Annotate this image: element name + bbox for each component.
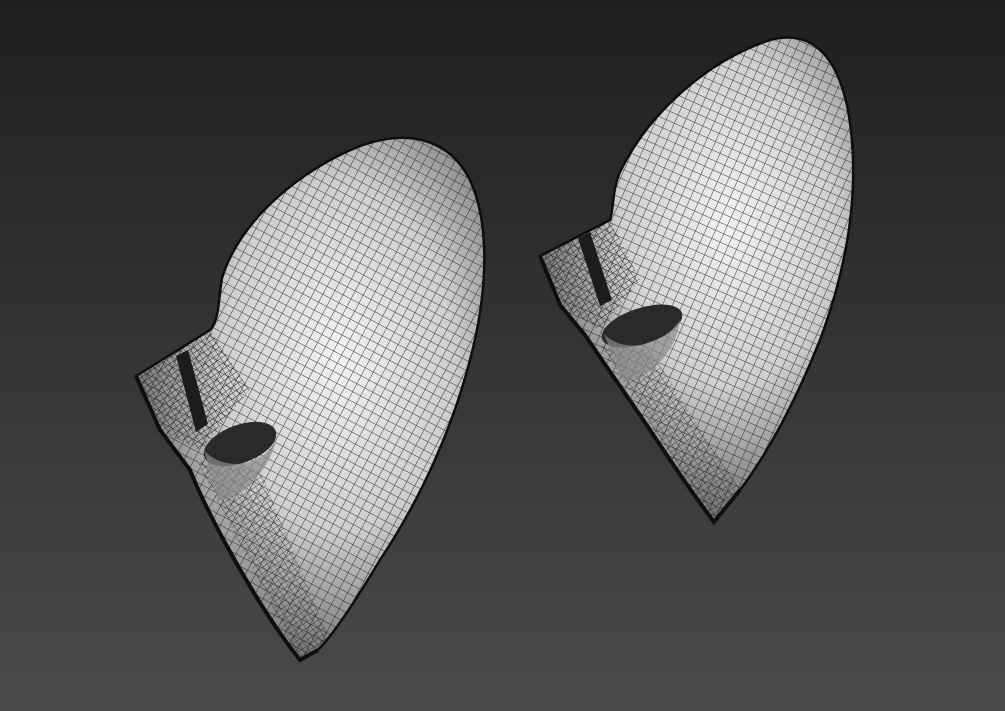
viewport-background xyxy=(0,0,1005,711)
render-scene xyxy=(0,0,1005,711)
3d-viewport[interactable] xyxy=(0,0,1005,711)
